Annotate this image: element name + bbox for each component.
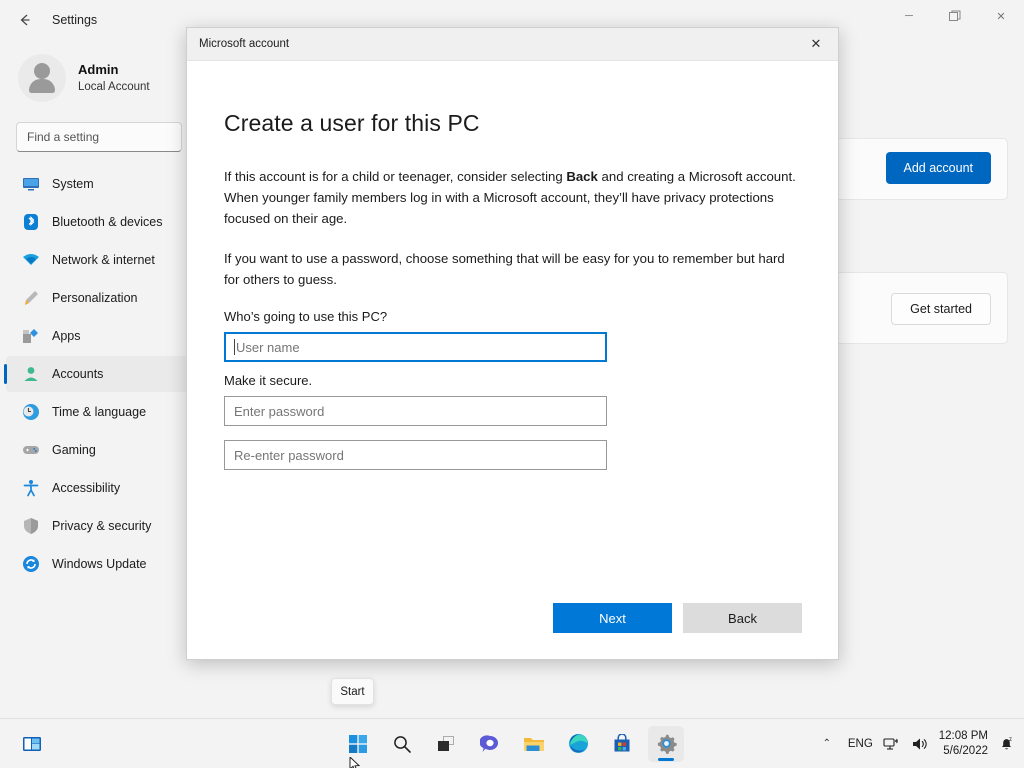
minimize-button[interactable]: ─	[886, 0, 932, 32]
dialog-actions: Next Back	[187, 603, 838, 633]
mouse-cursor	[349, 757, 361, 768]
sidebar-item-label: System	[52, 177, 94, 191]
close-icon[interactable]: ✕	[794, 28, 838, 61]
sidebar-item-label: Bluetooth & devices	[52, 215, 163, 229]
accessibility-icon	[22, 479, 40, 497]
volume-icon[interactable]	[911, 736, 929, 752]
language-indicator[interactable]: ENG	[848, 738, 873, 750]
dialog-paragraph-1: If this account is for a child or teenag…	[224, 166, 802, 229]
network-tray-icon[interactable]	[883, 736, 901, 752]
dialog-paragraph-2: If you want to use a password, choose so…	[224, 248, 802, 290]
gaming-icon	[22, 441, 40, 459]
account-block[interactable]: Admin Local Account	[0, 40, 196, 116]
time-language-icon	[22, 403, 40, 421]
clock[interactable]: 12:08 PM 5/6/2022	[939, 729, 988, 759]
store-button[interactable]	[604, 726, 640, 762]
close-button[interactable]: ✕	[978, 0, 1024, 32]
paragraph-1-bold: Back	[566, 169, 598, 184]
windows-update-icon	[22, 555, 40, 573]
dialog-body: Create a user for this PC If this accoun…	[187, 61, 838, 470]
chat-button[interactable]	[472, 726, 508, 762]
sidebar-item-label: Accessibility	[52, 481, 120, 495]
edge-button[interactable]	[560, 726, 596, 762]
confirm-password-placeholder: Re-enter password	[234, 448, 344, 463]
add-account-button[interactable]: Add account	[886, 152, 992, 184]
taskbar: ⌃ ENG 12:08 PM 5/6/	[0, 718, 1024, 768]
sidebar-item-bluetooth-devices[interactable]: Bluetooth & devices	[6, 204, 188, 240]
sidebar-item-label: Privacy & security	[52, 519, 151, 533]
clock-time: 12:08 PM	[939, 729, 988, 744]
sidebar-nav: System Bluetooth & devices	[0, 166, 196, 582]
sidebar-item-label: Gaming	[52, 443, 96, 457]
search-placeholder: Find a setting	[27, 130, 99, 144]
sidebar-item-label: Personalization	[52, 291, 137, 305]
widgets-icon[interactable]	[14, 726, 50, 762]
apps-icon	[22, 327, 40, 345]
search-input[interactable]: Find a setting	[16, 122, 182, 152]
sidebar-item-network-internet[interactable]: Network & internet	[6, 242, 188, 278]
sidebar-item-windows-update[interactable]: Windows Update	[6, 546, 188, 582]
sidebar-item-accounts[interactable]: Accounts	[6, 356, 188, 392]
make-it-secure-label: Make it secure.	[224, 373, 802, 388]
sidebar-item-time-language[interactable]: Time & language	[6, 394, 188, 430]
back-arrow-icon[interactable]	[10, 5, 40, 35]
search-button[interactable]	[384, 726, 420, 762]
system-icon	[22, 175, 40, 193]
microsoft-account-dialog: Microsoft account ✕ Create a user for th…	[186, 27, 839, 660]
username-label: Who’s going to use this PC?	[224, 309, 802, 324]
system-tray: ⌃ ENG 12:08 PM 5/6/	[816, 729, 1016, 759]
sidebar: Admin Local Account Find a setting	[0, 40, 196, 718]
notification-bell-icon[interactable]: z	[998, 735, 1016, 752]
dialog-title: Microsoft account	[199, 38, 289, 50]
account-name: Admin	[78, 62, 150, 78]
file-explorer-button[interactable]	[516, 726, 552, 762]
text-caret	[234, 339, 235, 355]
window-controls: ─ ✕	[886, 0, 1024, 32]
sidebar-item-label: Time & language	[52, 405, 146, 419]
sidebar-item-privacy-security[interactable]: Privacy & security	[6, 508, 188, 544]
privacy-security-icon	[22, 517, 40, 535]
settings-button[interactable]	[648, 726, 684, 762]
avatar	[18, 54, 66, 102]
get-started-button[interactable]: Get started	[891, 293, 991, 325]
bluetooth-icon	[22, 213, 40, 231]
start-tooltip: Start	[331, 678, 374, 705]
task-view-button[interactable]	[428, 726, 464, 762]
clock-date: 5/6/2022	[939, 744, 988, 759]
username-placeholder: User name	[236, 340, 300, 355]
taskbar-center	[340, 726, 684, 762]
dialog-title-bar: Microsoft account ✕	[187, 28, 838, 61]
screen: Settings ─ ✕ Admin Loca	[0, 0, 1024, 768]
dialog-heading: Create a user for this PC	[224, 110, 802, 137]
sidebar-item-personalization[interactable]: Personalization	[6, 280, 188, 316]
app-title: Settings	[52, 13, 97, 27]
sidebar-item-label: Apps	[52, 329, 81, 343]
maximize-button[interactable]	[932, 0, 978, 32]
paragraph-1-part-a: If this account is for a child or teenag…	[224, 169, 566, 184]
sidebar-item-gaming[interactable]: Gaming	[6, 432, 188, 468]
account-subtitle: Local Account	[78, 79, 150, 95]
personalization-icon	[22, 289, 40, 307]
back-button[interactable]: Back	[683, 603, 802, 633]
username-input[interactable]: User name	[224, 332, 607, 362]
password-placeholder: Enter password	[234, 404, 324, 419]
sidebar-item-label: Network & internet	[52, 253, 155, 267]
show-hidden-icons-button[interactable]: ⌃	[816, 738, 838, 749]
password-input[interactable]: Enter password	[224, 396, 607, 426]
sidebar-item-apps[interactable]: Apps	[6, 318, 188, 354]
svg-text:z: z	[1009, 737, 1012, 743]
accounts-icon	[22, 365, 40, 383]
sidebar-item-label: Windows Update	[52, 557, 147, 571]
sidebar-item-label: Accounts	[52, 367, 103, 381]
network-icon	[22, 251, 40, 269]
sidebar-item-system[interactable]: System	[6, 166, 188, 202]
confirm-password-input[interactable]: Re-enter password	[224, 440, 607, 470]
next-button[interactable]: Next	[553, 603, 672, 633]
sidebar-item-accessibility[interactable]: Accessibility	[6, 470, 188, 506]
